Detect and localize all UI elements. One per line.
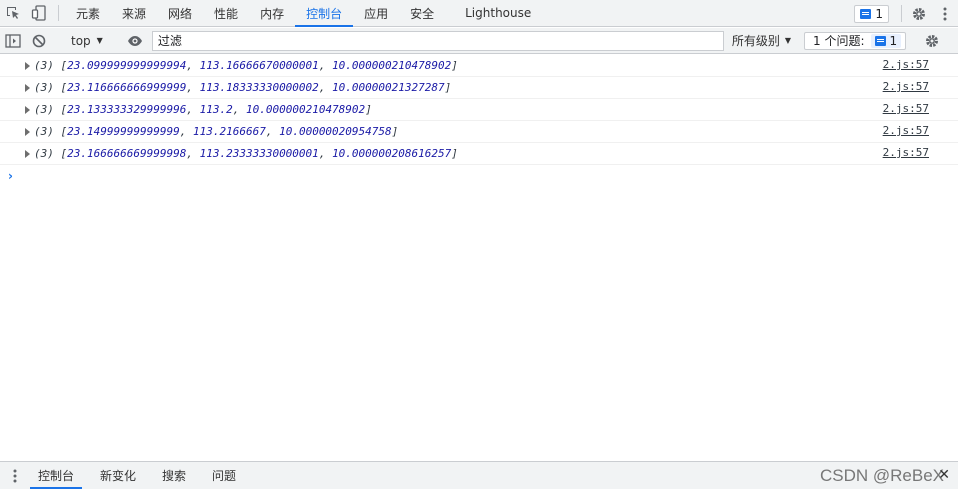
context-select[interactable]: top ▼ — [65, 28, 109, 54]
array-value: 10.00000021327287 — [332, 81, 445, 94]
array-value: 10.000000208616257 — [332, 147, 452, 160]
gear-icon[interactable] — [906, 0, 932, 27]
source-link[interactable]: 2.js:57 — [883, 102, 929, 115]
issues-pill: 1 — [870, 33, 902, 48]
tab-console[interactable]: 控制台 — [295, 0, 354, 27]
array-value: 113.23333330000001 — [199, 147, 319, 160]
kebab-menu-icon[interactable] — [932, 0, 958, 27]
console-messages: (3) [23.099999999999994, 113.16666670000… — [0, 55, 958, 187]
message-text: (3) [23.099999999999994, 113.16666670000… — [34, 59, 458, 72]
message-text: (3) [23.116666666999999, 113.18333330000… — [34, 81, 452, 94]
array-value: 113.18333330000002 — [199, 81, 319, 94]
console-message[interactable]: (3) [23.14999999999999, 113.2166667, 10.… — [0, 121, 958, 143]
issue-message-icon — [874, 35, 886, 46]
drawer-tab-issues[interactable]: 问题 — [204, 462, 244, 489]
devtools-tabbar: 元素 来源 网络 性能 内存 控制台 应用 安全 Lighthouse 1 — [0, 0, 958, 27]
message-text: (3) [23.14999999999999, 113.2166667, 10.… — [34, 125, 399, 138]
console-message[interactable]: (3) [23.116666666999999, 113.18333330000… — [0, 77, 958, 99]
tabbar-right-controls: 1 — [854, 0, 958, 27]
array-value: 23.14999999999999 — [67, 125, 180, 138]
console-settings-gear-icon[interactable] — [919, 27, 945, 54]
array-length: (3) — [34, 103, 54, 116]
message-text: (3) [23.166666669999998, 113.23333330000… — [34, 147, 458, 160]
filter-input[interactable] — [157, 33, 723, 48]
prompt-chevron-icon: › — [8, 169, 13, 183]
console-message[interactable]: (3) [23.099999999999994, 113.16666670000… — [0, 55, 958, 77]
tab-performance[interactable]: 性能 — [203, 0, 249, 26]
tabbar-right-separator — [901, 5, 902, 22]
array-value: 23.133333329999996 — [67, 103, 187, 116]
issues-count-button[interactable]: 1 个问题: 1 — [804, 31, 907, 50]
drawer-tab-whats-new[interactable]: 新变化 — [92, 462, 144, 489]
source-link[interactable]: 2.js:57 — [883, 80, 929, 93]
context-value: top — [71, 33, 91, 48]
array-length: (3) — [34, 147, 54, 160]
console-prompt[interactable]: › — [0, 165, 958, 187]
inspect-icon[interactable] — [0, 0, 26, 26]
array-value: 113.2 — [199, 103, 233, 116]
chevron-down-icon: ▼ — [784, 36, 791, 45]
source-link[interactable]: 2.js:57 — [883, 58, 929, 71]
tabbar-separator — [58, 5, 59, 21]
watermark: CSDN @ReBeX — [819, 466, 944, 485]
tab-application[interactable]: 应用 — [353, 0, 399, 26]
drawer-tab-search[interactable]: 搜索 — [154, 462, 194, 489]
tab-network[interactable]: 网络 — [157, 0, 203, 26]
log-levels-select[interactable]: 所有级别 ▼ — [724, 28, 799, 54]
sidebar-toggle-icon[interactable] — [0, 27, 26, 54]
eye-icon[interactable] — [122, 27, 148, 54]
array-value: 23.116666666999999 — [67, 81, 187, 94]
tab-lighthouse[interactable]: Lighthouse — [445, 0, 542, 26]
source-link[interactable]: 2.js:57 — [883, 146, 929, 159]
issues-pill-count: 1 — [889, 33, 898, 48]
console-message[interactable]: (3) [23.166666669999998, 113.23333330000… — [0, 143, 958, 165]
tab-elements[interactable]: 元素 — [65, 0, 111, 26]
issue-message-icon — [860, 8, 872, 19]
source-link[interactable]: 2.js:57 — [883, 124, 929, 137]
console-toolbar: top ▼ 所有级别 ▼ 1 个问题: 1 — [0, 28, 958, 54]
array-value: 10.000000210478902 — [332, 59, 452, 72]
array-value: 113.2166667 — [192, 125, 266, 138]
issues-badge-button[interactable]: 1 — [854, 4, 889, 23]
expand-arrow-icon[interactable] — [25, 105, 30, 114]
array-length: (3) — [34, 59, 54, 72]
array-value: 10.000000210478902 — [245, 103, 366, 116]
expand-arrow-icon[interactable] — [25, 83, 30, 92]
tab-security[interactable]: 安全 — [399, 0, 445, 26]
drawer-tab-console[interactable]: 控制台 — [30, 462, 83, 489]
expand-arrow-icon[interactable] — [25, 149, 30, 158]
log-levels-label: 所有级别 — [731, 34, 780, 48]
filter-field[interactable] — [151, 30, 724, 51]
close-icon[interactable]: ✕ — [938, 467, 950, 483]
chevron-down-icon: ▼ — [96, 36, 103, 45]
tab-memory[interactable]: 内存 — [249, 0, 295, 26]
issues-badge-count: 1 — [875, 6, 883, 21]
array-value: 23.166666669999998 — [67, 147, 187, 160]
expand-arrow-icon[interactable] — [25, 61, 30, 70]
device-toolbar-icon[interactable] — [26, 0, 52, 26]
array-length: (3) — [34, 125, 54, 138]
issues-label: 1 个问题: — [813, 34, 865, 48]
message-text: (3) [23.133333329999996, 113.2, 10.00000… — [34, 103, 372, 116]
drawer-tabbar: 控制台 新变化 搜索 问题 CSDN @ReBeX ✕ — [0, 461, 958, 489]
tab-sources[interactable]: 来源 — [111, 0, 157, 26]
array-length: (3) — [34, 81, 54, 94]
expand-arrow-icon[interactable] — [25, 127, 30, 136]
clear-console-icon[interactable] — [26, 27, 52, 54]
drawer-kebab-menu-icon[interactable] — [0, 462, 30, 489]
array-value: 23.099999999999994 — [67, 59, 187, 72]
console-message[interactable]: (3) [23.133333329999996, 113.2, 10.00000… — [0, 99, 958, 121]
array-value: 113.16666670000001 — [199, 59, 319, 72]
array-value: 10.00000020954758 — [279, 125, 392, 138]
